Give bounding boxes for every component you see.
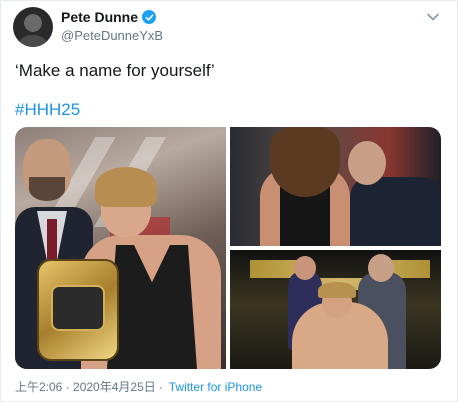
author-name-row: Pete Dunne [61,9,157,25]
right-figure-hair [95,167,157,207]
author-handle[interactable]: @PeteDunneYxB [61,28,163,43]
suited-figure-body [350,177,441,246]
footer-separator: · [158,379,163,394]
hashtag-link[interactable]: #HHH25 [15,100,80,120]
chevron-down-icon[interactable] [425,9,441,25]
source-link[interactable]: Twitter for iPhone [169,380,262,394]
verified-badge-icon [142,10,157,24]
tweet-timestamp[interactable]: 上午2:06 · 2020年4月25日 [15,378,156,395]
front-figure-hair [318,282,356,298]
back-figure-right-head [368,254,394,282]
back-figure-left-head [294,256,316,280]
seated-figure-hair [270,127,340,197]
photo-1[interactable] [15,127,226,369]
photo-3[interactable] [230,250,441,369]
tweet-card: Pete Dunne @PeteDunneYxB ‘Make a name fo… [0,0,458,402]
media-grid [15,127,441,369]
profile-avatar[interactable] [13,7,53,47]
tweet-footer: 上午2:06 · 2020年4月25日 · Twitter for iPhone [15,378,262,395]
belt-center-plate [51,285,105,331]
tweet-text: ‘Make a name for yourself’ [15,61,215,80]
suited-figure-head [348,141,386,185]
author-display-name[interactable]: Pete Dunne [61,9,138,25]
left-figure-beard [29,177,65,201]
avatar-silhouette [19,35,47,47]
photo-2[interactable] [230,127,441,246]
